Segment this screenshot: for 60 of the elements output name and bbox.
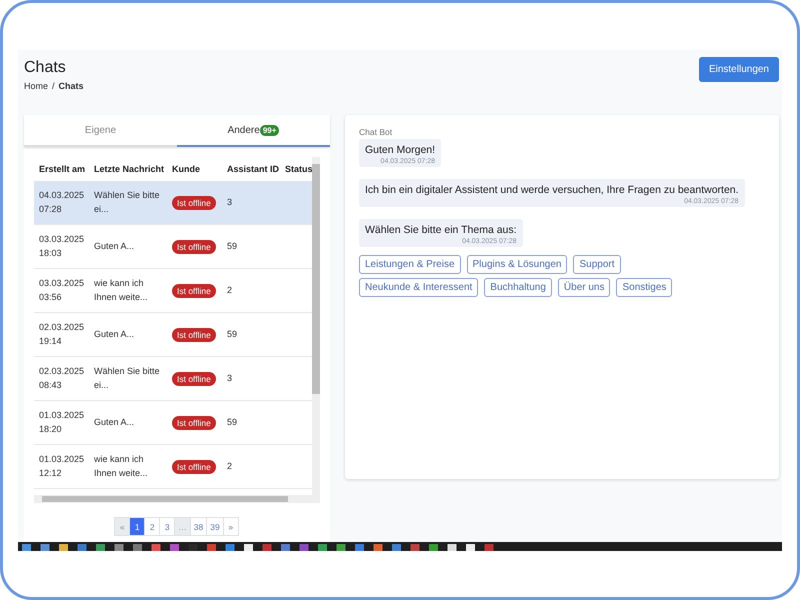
breadcrumb-item: Chats: [58, 81, 84, 91]
table-cell-text: 02.03.2025 19:14: [39, 321, 86, 348]
status-badge: Ist offline: [172, 372, 216, 386]
table-cell-text: 03.03.2025 18:03: [39, 233, 86, 260]
status-badge: Ist offline: [172, 328, 216, 342]
table-cell-text: 03.03.2025 03:56: [39, 277, 86, 304]
topic-option[interactable]: Neukunde & Interessent: [359, 278, 478, 297]
tab[interactable]: Andere 99+: [177, 115, 330, 147]
table-cell-text: Guten A...: [94, 328, 136, 341]
table-cell-text: 3: [227, 372, 234, 385]
page-button[interactable]: »: [222, 517, 239, 536]
table-cell-text: 3: [227, 196, 234, 209]
message-text: Ich bin ein digitaler Assistent und werde versuchen, Ihre Fragen zu beantworten.: [365, 184, 739, 196]
table-cell-text: 59: [227, 240, 238, 253]
horizontal-scrollbar[interactable]: [34, 495, 320, 503]
topic-option[interactable]: Plugins & Lösungen: [466, 255, 568, 274]
table-cell-text: Wählen Sie bitte ei...: [94, 189, 161, 216]
column-header: Status: [285, 164, 312, 174]
sender-name: Chat Bot: [359, 127, 392, 137]
table-cell-text: 01.03.2025 12:12: [39, 453, 86, 480]
breadcrumb-item[interactable]: Home: [24, 81, 48, 91]
status-badge: Ist offline: [172, 284, 216, 298]
status-badge: Ist offline: [172, 460, 216, 474]
page-button[interactable]: 1: [129, 517, 146, 536]
table-cell-text: 02.03.2025 08:43: [39, 365, 86, 392]
column-header: Letzte Nachricht: [94, 164, 166, 174]
vertical-scrollbar[interactable]: [312, 157, 320, 495]
topic-option[interactable]: Support: [573, 255, 621, 274]
page-button[interactable]: 3: [159, 517, 176, 536]
table-cell-text: wie kann ich Ihnen weite...: [94, 453, 149, 480]
table-cell-text: 04.03.2025 07:28: [39, 189, 86, 216]
table-cell-text: 59: [227, 328, 238, 341]
table-cell-text: 2: [227, 460, 234, 473]
topic-option[interactable]: Sonstiges: [616, 278, 672, 297]
table-cell-text: 59: [227, 416, 238, 429]
column-header: Kunde: [172, 164, 201, 174]
breadcrumb-separator: /: [52, 81, 55, 91]
status-badge: Ist offline: [172, 196, 216, 210]
table-cell-text: 01.03.2025 18:20: [39, 409, 86, 436]
table-cell-text: 2: [227, 284, 234, 297]
page-button[interactable]: 2: [144, 517, 160, 536]
table-cell-text: wie kann ich Ihnen weite...: [94, 277, 149, 304]
status-badge: Ist offline: [172, 240, 216, 254]
settings-button[interactable]: Einstellungen: [698, 57, 779, 82]
message-text: Wählen Sie bitte ein Thema aus:: [365, 224, 517, 236]
table-cell-text: Guten A...: [94, 240, 136, 253]
column-header: Assistant ID: [227, 164, 280, 174]
topic-option[interactable]: Buchhaltung: [484, 278, 552, 297]
topic-option[interactable]: Über uns: [558, 278, 610, 297]
message-text: Guten Morgen!: [365, 144, 436, 156]
page-button[interactable]: 39: [206, 517, 224, 536]
column-header: Erstellt am: [39, 164, 86, 174]
tab[interactable]: Eigene: [24, 115, 177, 147]
table-row[interactable]: 04.03.2025 07:28 Wählen Sie bitte ei... Ist offline 3: [34, 181, 312, 225]
count-badge: 99+: [260, 124, 280, 136]
status-badge: Ist offline: [172, 416, 216, 430]
table-cell-text: Guten A...: [94, 416, 136, 429]
table-cell-text: Wählen Sie bitte ei...: [94, 365, 161, 392]
topic-option[interactable]: Leistungen & Preise: [359, 255, 461, 274]
page-title: Chats: [24, 59, 67, 77]
